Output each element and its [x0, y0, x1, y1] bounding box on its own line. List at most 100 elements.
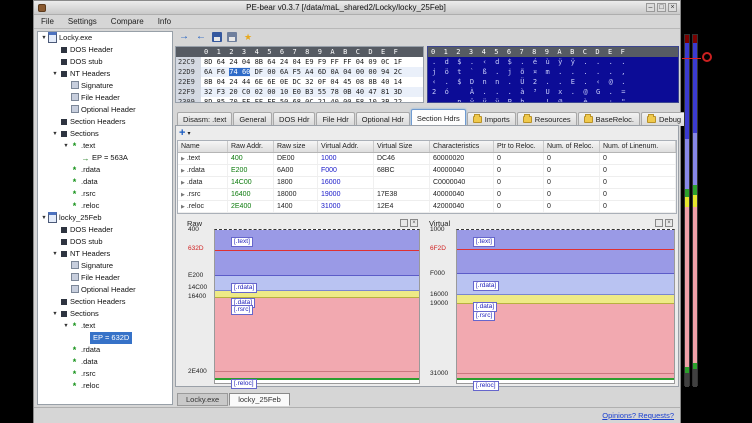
nav-back-icon[interactable]: ← [195, 31, 207, 43]
rdata-section-region[interactable]: [.rdata] [457, 274, 674, 295]
tree-item-sections[interactable]: ▼Sections [38, 308, 172, 320]
tree-item-dos-stub[interactable]: DOS stub [38, 56, 172, 68]
tree-item-dos-header[interactable]: DOS Header [38, 224, 172, 236]
tree-item-reloc-section[interactable]: *.reloc [38, 200, 172, 212]
row-expander-icon[interactable]: ▶ [181, 204, 185, 210]
tree-item-text-section[interactable]: ▼*.text [38, 320, 172, 332]
col-num-linenum[interactable]: Num. of Linenum. [600, 141, 676, 152]
tree-item-dos-header[interactable]: DOS Header [38, 44, 172, 56]
table-row[interactable]: ▶.text 400 DE00 1000 DC46 60000020 0 0 0 [178, 153, 676, 165]
ascii-view[interactable]: 0 1 2 3 4 5 6 7 8 9 A B C D E F .d$.‹d$.… [427, 46, 679, 103]
tree-item-data-section[interactable]: *.data [38, 356, 172, 368]
menu-settings[interactable]: Settings [61, 16, 104, 27]
tree-item-rsrc-section[interactable]: *.rsrc [38, 188, 172, 200]
tab-general[interactable]: General [233, 112, 272, 126]
menu-compare[interactable]: Compare [104, 16, 151, 27]
float-panel-icon[interactable] [655, 219, 663, 227]
minimap-virtual-column[interactable] [692, 34, 698, 386]
col-ptr-reloc[interactable]: Ptr to Reloc. [494, 141, 544, 152]
tab-optional-hdr[interactable]: Optional Hdr [356, 112, 410, 126]
tree-item-dos-stub[interactable]: DOS stub [38, 236, 172, 248]
tree-item-sections[interactable]: ▼Sections [38, 128, 172, 140]
hex-row[interactable]: 22D96A F6 74 60 DF 00 6A F5 A4 6D 0A 04 … [176, 67, 423, 77]
expander-icon[interactable]: ▼ [62, 140, 70, 152]
tab-resources[interactable]: Resources [517, 112, 577, 126]
tree-item-rsrc-section[interactable]: *.rsrc [38, 368, 172, 380]
row-expander-icon[interactable]: ▶ [181, 168, 185, 174]
raw-plot[interactable]: [.text] [.rdata] [.data] [.rsrc] [.reloc… [214, 229, 420, 384]
file-tab-locky-exe[interactable]: Locky.exe [177, 393, 228, 406]
text-section-region[interactable]: [.text] [215, 230, 419, 276]
minimize-icon[interactable]: – [646, 3, 655, 12]
menu-info[interactable]: Info [151, 16, 178, 27]
col-characteristics[interactable]: Characteristics [430, 141, 494, 152]
hex-row[interactable]: 23098D 85 70 FF FF FF 50 68 0C 21 40 00 … [176, 97, 423, 103]
tree-item-locky-25feb[interactable]: ▼locky_25Feb [38, 212, 172, 224]
file-tab-locky-25feb[interactable]: locky_25Feb [229, 393, 290, 406]
selected-bytes[interactable]: 74 60 [229, 68, 250, 76]
col-virtual-size[interactable]: Virtual Size [374, 141, 430, 152]
tree-item-nt-headers[interactable]: ▼NT Headers [38, 248, 172, 260]
add-section-button[interactable]: + [179, 128, 185, 139]
tab-file-hdr[interactable]: File Hdr [316, 112, 354, 126]
reloc-section-region[interactable]: [.reloc] [215, 372, 419, 380]
reloc-section-region[interactable]: [.reloc] [457, 374, 674, 380]
tree-item-data-section[interactable]: *.data [38, 176, 172, 188]
minimap-raw-column[interactable] [684, 34, 690, 386]
save-icon[interactable] [212, 32, 222, 42]
float-panel-icon[interactable] [400, 219, 408, 227]
tree-item-text-section[interactable]: ▼*.text [38, 140, 172, 152]
tab-imports[interactable]: Imports [467, 112, 516, 126]
maximize-icon[interactable]: □ [657, 3, 666, 12]
titlebar[interactable]: PE-bear v0.3.7 [/data/maL_shared2/Locky/… [34, 1, 680, 15]
col-num-reloc[interactable]: Num. of Reloc. [544, 141, 600, 152]
rsrc-section-region[interactable]: [.rsrc] [215, 298, 419, 372]
dropdown-icon[interactable]: ▾ [187, 130, 190, 137]
tree-item-optional-header[interactable]: Optional Header [38, 104, 172, 116]
tree-item-signature[interactable]: Signature [38, 260, 172, 272]
expander-icon[interactable]: ▼ [51, 128, 59, 140]
expander-icon[interactable]: ▼ [51, 68, 59, 80]
hex-row[interactable]: 22C98D 64 24 04 8B 64 24 04 E9 F9 FF FF … [176, 57, 423, 67]
tab-section-hdrs[interactable]: Section Hdrs [411, 109, 466, 126]
tab-disasm[interactable]: Disasm: .text [177, 112, 232, 126]
tree-item-rdata-section[interactable]: *.rdata [38, 164, 172, 176]
file-minimap[interactable] [684, 34, 699, 386]
tree-item-ep-selected[interactable]: →EP = 632D [38, 332, 172, 344]
tab-dos-hdr[interactable]: DOS Hdr [273, 112, 315, 126]
data-section-region[interactable]: [.data] [457, 295, 674, 304]
tree-item-section-headers[interactable]: Section Headers [38, 116, 172, 128]
expander-icon[interactable]: ▼ [40, 32, 48, 44]
rsrc-section-region[interactable]: [.rsrc] [457, 304, 674, 374]
tree-item-file-header[interactable]: File Header [38, 272, 172, 284]
table-row[interactable]: ▶.data 14C00 1800 16000 C0000040 0 0 0 [178, 177, 676, 189]
tab-debug[interactable]: Debug [641, 112, 687, 126]
ascii-row[interactable]: jöt`ß.jõ¤m....., [428, 67, 678, 77]
hex-view[interactable]: 0 1 2 3 4 5 6 7 8 9 A B C D E F 22C98D 6… [175, 46, 424, 103]
expander-icon[interactable]: ▼ [40, 212, 48, 224]
save-all-icon[interactable] [227, 32, 237, 42]
hex-row[interactable]: 22F932 F3 20 C0 02 00 10 E0 B3 55 78 0B … [176, 87, 423, 97]
menu-file[interactable]: File [34, 16, 61, 27]
ascii-row[interactable]: .d$.‹d$.éùÿÿ.... [428, 57, 678, 67]
expander-icon[interactable]: ▼ [62, 320, 70, 332]
row-expander-icon[interactable]: ▶ [181, 156, 185, 162]
tab-basereloc[interactable]: BaseReloc. [578, 112, 640, 126]
tree-item-locky-exe[interactable]: ▼Locky.exe [38, 32, 172, 44]
tree-item-signature[interactable]: Signature [38, 80, 172, 92]
table-row[interactable]: ▶.rdata E200 6A00 F000 68BC 40000040 0 0… [178, 165, 676, 177]
table-row[interactable]: ▶.reloc 2E400 1400 31000 12E4 42000040 0… [178, 201, 676, 213]
tree-item-section-headers[interactable]: Section Headers [38, 296, 172, 308]
tree-item-reloc-section[interactable]: *.reloc [38, 380, 172, 392]
rdata-section-region[interactable]: [.rdata] [215, 276, 419, 291]
table-row[interactable]: ▶.rsrc 16400 18000 19000 17E38 40000040 … [178, 189, 676, 201]
row-expander-icon[interactable]: ▶ [181, 192, 185, 198]
tree-item-rdata-section[interactable]: *.rdata [38, 344, 172, 356]
col-name[interactable]: Name [178, 141, 228, 152]
expander-icon[interactable]: ▼ [51, 248, 59, 260]
hex-row[interactable]: 22E98B 04 24 44 6E 6E 0E DC 32 0F 04 45 … [176, 77, 423, 87]
star-icon[interactable]: ★ [242, 31, 254, 43]
tree-item-nt-headers[interactable]: ▼NT Headers [38, 68, 172, 80]
expander-icon[interactable]: ▼ [51, 308, 59, 320]
close-panel-icon[interactable]: × [665, 219, 673, 227]
